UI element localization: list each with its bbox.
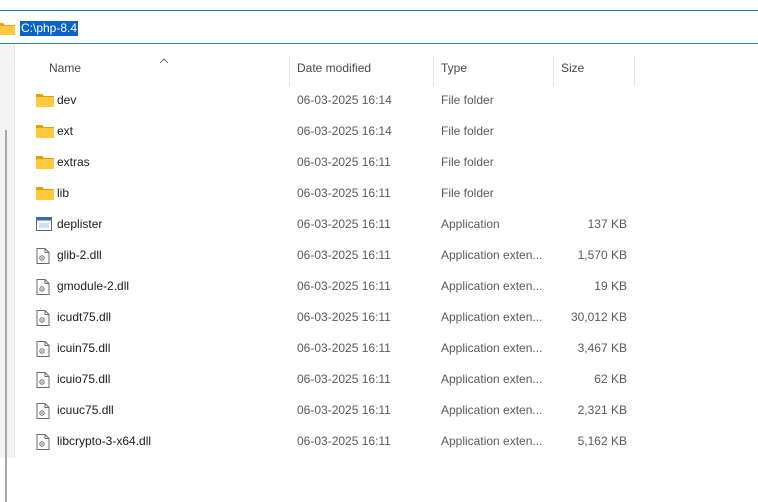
file-date-modified: 06-03-2025 16:11 [297,248,391,262]
file-date-modified: 06-03-2025 16:11 [297,186,391,200]
file-row[interactable]: icuio75.dll 06-03-2025 16:11 Application… [14,364,758,395]
column-header-name[interactable]: Name [49,56,81,80]
file-type: File folder [441,124,494,138]
file-name: libcrypto-3-x64.dll [57,434,152,448]
file-list: dev 06-03-2025 16:14 File folder ext 06-… [14,85,758,457]
file-type: File folder [441,186,494,200]
file-size [554,178,627,209]
file-name: icuin75.dll [57,341,111,355]
column-header-size[interactable]: Size [561,56,584,80]
file-size [554,147,627,178]
file-type: Application exten... [441,310,543,324]
column-divider[interactable] [553,56,554,86]
column-header-row: Name Date modified Type Size [14,44,758,86]
file-row[interactable]: glib-2.dll 06-03-2025 16:11 Application … [14,240,758,271]
folder-icon [36,85,54,116]
file-row[interactable]: libcrypto-3-x64.dll 06-03-2025 16:11 App… [14,426,758,457]
file-type: Application [441,217,500,231]
file-date-modified: 06-03-2025 16:11 [297,155,391,169]
folder-icon [0,21,16,36]
column-header-date-modified[interactable]: Date modified [297,56,371,80]
file-type: File folder [441,155,494,169]
file-name: deplister [57,217,103,231]
column-divider[interactable] [289,56,290,86]
navigation-pane-edge [0,44,15,502]
file-row[interactable]: dev 06-03-2025 16:14 File folder [14,85,758,116]
file-row[interactable]: lib 06-03-2025 16:11 File folder [14,178,758,209]
dll-file-icon [36,426,54,457]
file-type: File folder [441,93,494,107]
file-size: 3,467 KB [577,341,627,355]
file-size: 19 KB [594,279,627,293]
file-type: Application exten... [441,434,543,448]
file-size [554,116,627,147]
file-size: 5,162 KB [577,434,627,448]
file-date-modified: 06-03-2025 16:14 [297,93,392,107]
file-name: dev [57,93,77,107]
address-path-text[interactable]: C:\php-8.4 [20,21,79,36]
file-name: lib [57,186,70,200]
file-date-modified: 06-03-2025 16:11 [297,341,391,355]
file-name: glib-2.dll [57,248,102,262]
file-size: 1,570 KB [577,248,627,262]
file-date-modified: 06-03-2025 16:11 [297,217,391,231]
file-date-modified: 06-03-2025 16:11 [297,403,391,417]
file-size: 30,012 KB [570,310,627,324]
column-divider[interactable] [634,56,635,86]
file-row[interactable]: icuin75.dll 06-03-2025 16:11 Application… [14,333,758,364]
file-type: Application exten... [441,279,543,293]
sort-ascending-icon [159,53,169,64]
file-name: ext [57,124,74,138]
folder-icon [36,178,54,209]
application-icon [36,209,54,240]
file-name: icudt75.dll [57,310,112,324]
folder-icon [36,147,54,178]
folder-icon [36,116,54,147]
file-size [554,85,627,116]
file-name: extras [57,155,90,169]
file-row[interactable]: gmodule-2.dll 06-03-2025 16:11 Applicati… [14,271,758,302]
address-bar[interactable]: C:\php-8.4 [0,10,758,44]
file-size: 62 KB [594,372,627,386]
file-type: Application exten... [441,403,543,417]
file-date-modified: 06-03-2025 16:11 [297,434,391,448]
file-size: 137 KB [587,217,627,231]
file-row[interactable]: deplister 06-03-2025 16:11 Application 1… [14,209,758,240]
file-type: Application exten... [441,248,543,262]
file-row[interactable]: extras 06-03-2025 16:11 File folder [14,147,758,178]
file-date-modified: 06-03-2025 16:11 [297,279,391,293]
file-row[interactable]: ext 06-03-2025 16:14 File folder [14,116,758,147]
file-type: Application exten... [441,372,543,386]
dll-file-icon [36,364,54,395]
dll-file-icon [36,395,54,426]
file-type: Application exten... [441,341,543,355]
file-size: 2,321 KB [577,403,627,417]
file-row[interactable]: icudt75.dll 06-03-2025 16:11 Application… [14,302,758,333]
file-name: icuio75.dll [57,372,111,386]
dll-file-icon [36,240,54,271]
column-header-type[interactable]: Type [441,56,467,80]
file-date-modified: 06-03-2025 16:11 [297,310,391,324]
file-name: icuuc75.dll [57,403,114,417]
file-date-modified: 06-03-2025 16:14 [297,124,392,138]
file-date-modified: 06-03-2025 16:11 [297,372,391,386]
file-row[interactable]: icuuc75.dll 06-03-2025 16:11 Application… [14,395,758,426]
dll-file-icon [36,333,54,364]
dll-file-icon [36,271,54,302]
dll-file-icon [36,302,54,333]
file-name: gmodule-2.dll [57,279,130,293]
scrollbar-track[interactable] [5,130,7,502]
column-divider[interactable] [433,56,434,86]
